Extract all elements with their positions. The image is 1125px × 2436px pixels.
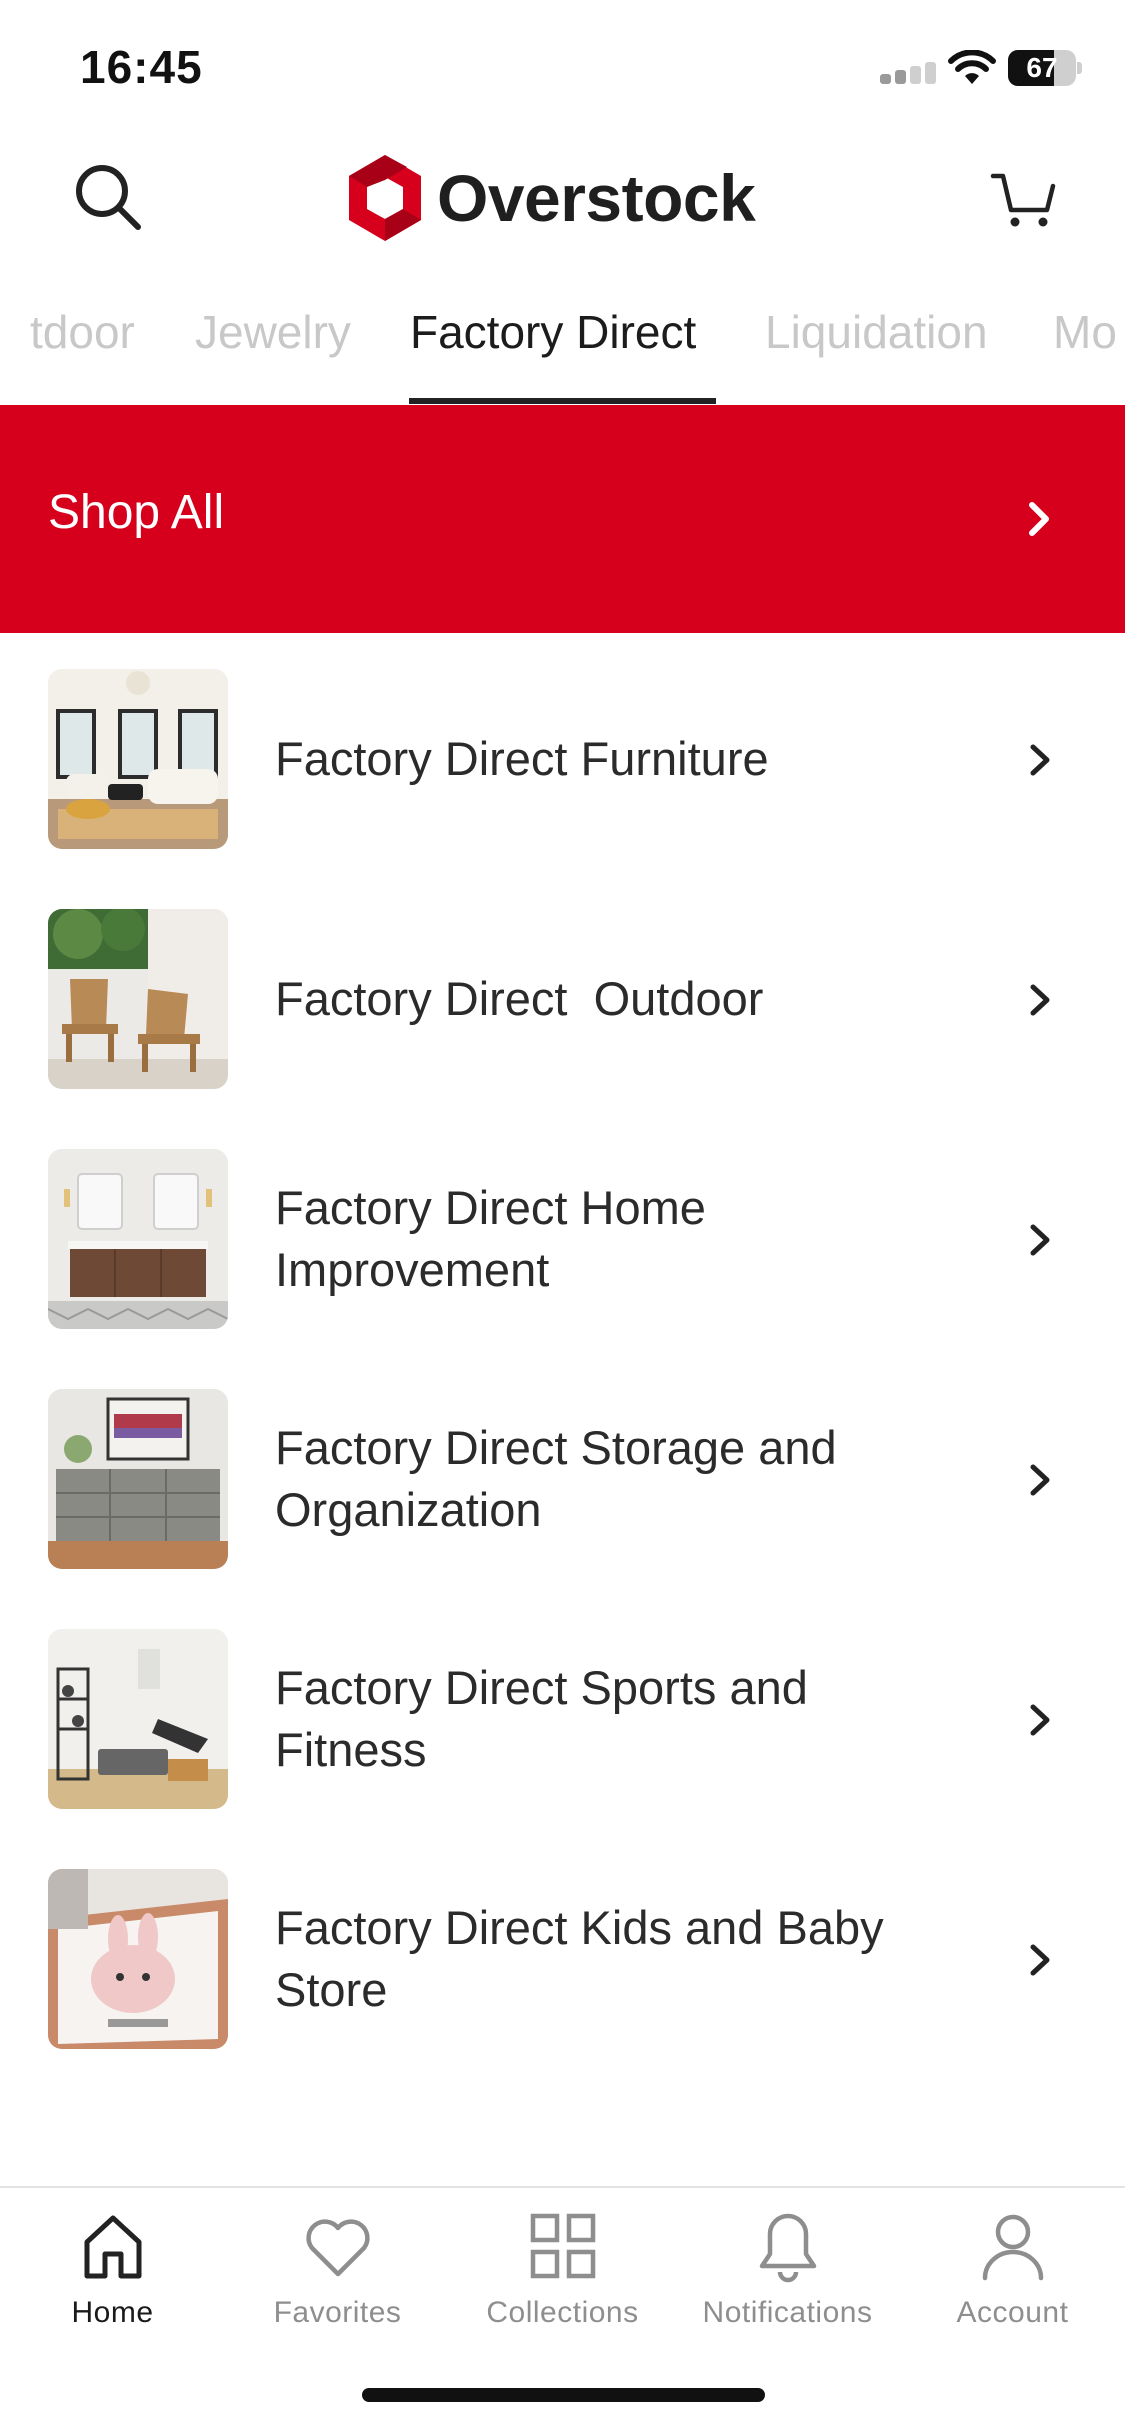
list-item-label: Factory Direct Storage and Organization [275, 1421, 837, 1536]
kids-rug-image [48, 1869, 228, 2049]
battery-icon: 67 [1008, 50, 1082, 86]
list-item-label: Factory Direct Outdoor [275, 972, 764, 1025]
list-item-label: Factory Direct Furniture [275, 732, 769, 785]
living-room-image [48, 669, 228, 849]
tab-label: Account [956, 2296, 1069, 2329]
app-header: Overstock [0, 135, 1125, 265]
tab-label: Home [71, 2296, 154, 2329]
home-indicator[interactable] [362, 2388, 765, 2402]
status-time: 16:45 [80, 41, 203, 93]
chevron-right-icon [1030, 1944, 1050, 1976]
wifi-icon [948, 50, 996, 84]
cart-icon[interactable] [985, 160, 1065, 235]
tab-factory-direct[interactable]: Factory Direct [410, 305, 696, 395]
list-item-label: Factory Direct Home Improvement [275, 1181, 706, 1296]
battery-level: 67 [1026, 52, 1058, 83]
tab-account[interactable]: Account [900, 2206, 1125, 2356]
tab-collections[interactable]: Collections [450, 2206, 675, 2356]
home-gym-image [48, 1629, 228, 1809]
tab-label: Collections [486, 2296, 639, 2329]
tab-label: Favorites [273, 2296, 402, 2329]
adirondack-chairs-image [48, 909, 228, 1089]
active-tab-indicator [409, 398, 716, 404]
bell-icon [759, 2213, 816, 2283]
brand-name: Overstock [437, 161, 756, 235]
chevron-right-icon [1030, 984, 1050, 1016]
overstock-logo[interactable]: Overstock [345, 153, 756, 243]
chevron-right-icon [1030, 744, 1050, 776]
list-item-home-improvement[interactable]: Factory Direct Home Improvement [0, 1113, 1125, 1353]
tab-home[interactable]: Home [0, 2206, 225, 2356]
search-icon[interactable] [68, 157, 148, 237]
grid-icon [530, 2213, 595, 2279]
tab-outdoor[interactable]: tdoor [30, 305, 135, 395]
list-item-furniture[interactable]: Factory Direct Furniture [0, 633, 1125, 873]
heart-icon [305, 2219, 370, 2277]
list-item-outdoor[interactable]: Factory Direct Outdoor [0, 873, 1125, 1113]
list-item-kids-baby[interactable]: Factory Direct Kids and Baby Store [0, 1833, 1125, 2073]
chevron-right-icon [1030, 1704, 1050, 1736]
list-item-sports-fitness[interactable]: Factory Direct Sports and Fitness [0, 1593, 1125, 1833]
page: 16:45 67 Overstock tdoor Jewelry Factory… [0, 0, 1125, 2436]
chevron-right-icon [1030, 1224, 1050, 1256]
tab-favorites[interactable]: Favorites [225, 2206, 450, 2356]
chevron-right-icon [1029, 502, 1049, 536]
list-item-label: Factory Direct Sports and Fitness [275, 1661, 808, 1776]
subcategory-list: Factory Direct Furniture Factory Direct … [0, 633, 1125, 2073]
person-icon [982, 2214, 1043, 2281]
status-bar: 16:45 67 [0, 0, 1125, 135]
list-item-storage[interactable]: Factory Direct Storage and Organization [0, 1353, 1125, 1593]
tab-notifications[interactable]: Notifications [675, 2206, 900, 2356]
dresser-image [48, 1389, 228, 1569]
cellular-signal-icon [880, 62, 938, 84]
tab-jewelry[interactable]: Jewelry [195, 305, 351, 395]
home-icon [84, 2215, 141, 2279]
shop-all-label: Shop All [48, 486, 225, 539]
tab-more[interactable]: Mo [1053, 305, 1117, 395]
shop-all-button[interactable]: Shop All [0, 405, 1125, 633]
bathroom-vanity-image [48, 1149, 228, 1329]
tab-liquidation[interactable]: Liquidation [765, 305, 988, 395]
overstock-logo-mark [349, 155, 421, 241]
chevron-right-icon [1030, 1464, 1050, 1496]
list-item-label: Factory Direct Kids and Baby Store [275, 1901, 884, 2016]
tab-label: Notifications [702, 2296, 873, 2329]
category-tabs: tdoor Jewelry Factory Direct Liquidation… [0, 290, 1125, 405]
